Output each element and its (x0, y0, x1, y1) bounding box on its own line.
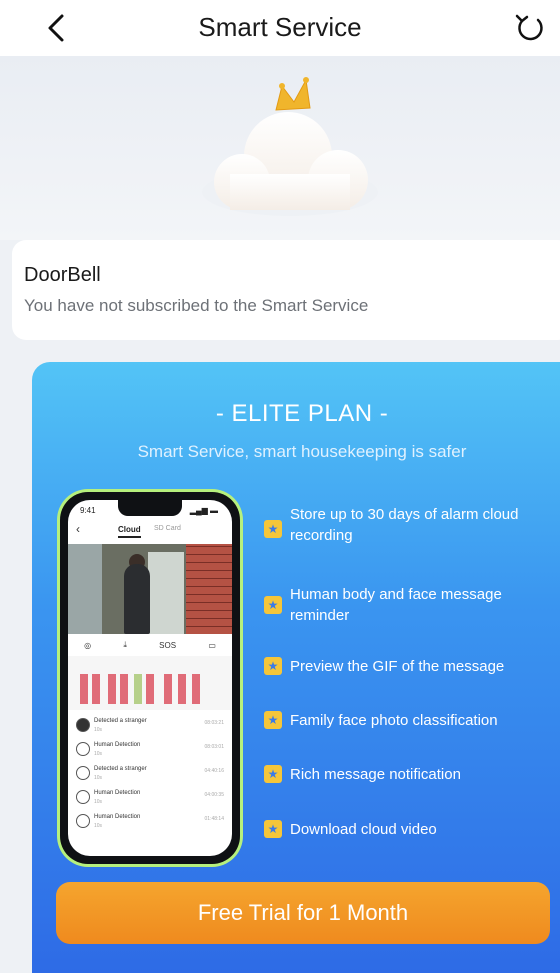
list-item: Human Detection 10s 08:03:01 (68, 738, 232, 762)
page-title: Smart Service (198, 12, 362, 42)
device-name: DoorBell (24, 264, 101, 286)
refresh-button[interactable] (508, 6, 552, 50)
plan-subtitle: Smart Service, smart housekeeping is saf… (137, 442, 467, 461)
feature-text: Preview the GIF of the message (290, 658, 505, 675)
list-item: Human Detection 10s 04:00:35 (68, 786, 232, 810)
feature-text: Download cloud video (290, 821, 437, 838)
star-icon: ★ (264, 520, 282, 538)
top-bar: Smart Service (0, 0, 560, 56)
feature-text: Human body and face message reminder (290, 586, 502, 624)
phone-screen: 9:41 ▂▄▆ ▬ ‹ Cloud SD Card ◎ ⤓ SOS ▭ Det… (68, 500, 232, 856)
list-item: Detected a stranger 10s 08:03:21 (68, 714, 232, 738)
refresh-icon (515, 14, 543, 41)
feature-text: Family face photo classification (290, 712, 498, 729)
event-list: Detected a stranger 10s 08:03:21 Human Det… (68, 714, 232, 834)
star-icon: ★ (264, 657, 282, 675)
screen-icon: ▭ (208, 640, 216, 650)
tab-sd-card: SD Card (154, 525, 181, 532)
signal-icon: ▂▄▆ ▬ (189, 506, 218, 515)
chevron-left-icon: ‹ (76, 522, 80, 536)
hero-banner (0, 56, 560, 240)
subscription-message: You have not subscribed to the Smart Ser… (24, 296, 369, 315)
phone-notch (118, 500, 182, 516)
elite-plan-card: - ELITE PLAN - Smart Service, smart hous… (32, 362, 560, 973)
timeline (68, 656, 232, 710)
list-item: Detected a stranger 10s 04:40:16 (68, 762, 232, 786)
feature-text: Store up to 30 days of alarm cloud recor… (290, 506, 519, 544)
star-icon: ★ (264, 596, 282, 614)
download-icon: ⤓ (123, 640, 127, 649)
camera-icon: ◎ (84, 640, 92, 650)
video-preview (68, 544, 232, 634)
feature-text: Rich message notification (290, 766, 461, 783)
free-trial-button[interactable]: Free Trial for 1 Month (56, 882, 550, 944)
star-icon: ★ (264, 765, 282, 783)
star-icon: ★ (264, 711, 282, 729)
plan-title: - ELITE PLAN - (215, 400, 389, 427)
crowned-cloud-icon (202, 77, 378, 216)
phone-clock: 9:41 (80, 506, 96, 515)
player-controls: ◎ ⤓ SOS ▭ (68, 636, 232, 654)
subscription-status-card: DoorBell You have not subscribed to the … (12, 240, 560, 340)
sos-icon: SOS (159, 640, 177, 650)
list-item: Human Detection 10s 01:48:14 (68, 810, 232, 834)
star-icon: ★ (264, 820, 282, 838)
tab-cloud: Cloud (118, 525, 141, 538)
phone-mockup-image: 9:41 ▂▄▆ ▬ ‹ Cloud SD Card ◎ ⤓ SOS ▭ Det… (60, 492, 240, 864)
